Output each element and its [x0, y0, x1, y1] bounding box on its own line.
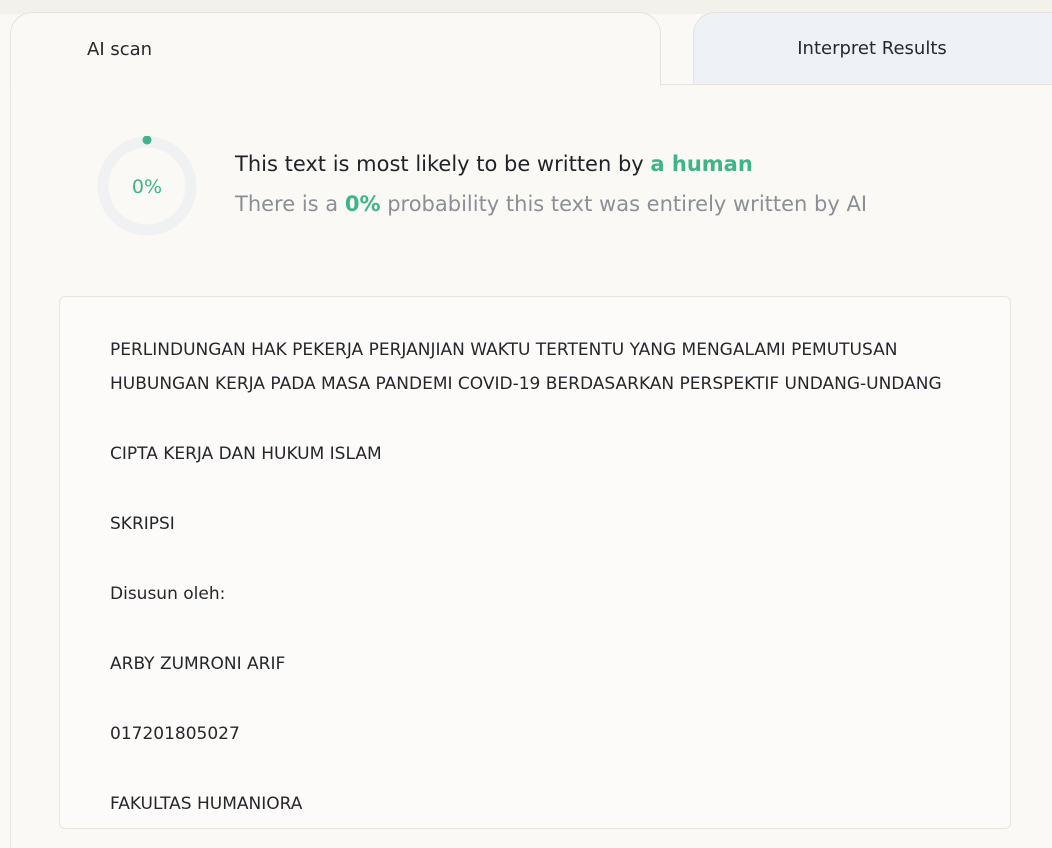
tab-interpret-results[interactable]: Interpret Results: [693, 12, 1052, 84]
scanned-paragraph: FAKULTAS HUMANIORA: [110, 794, 303, 814]
subline-probability: 0%: [344, 192, 381, 216]
scanned-paragraph: CIPTA KERJA DAN HUKUM ISLAM: [110, 444, 382, 464]
headline-text: This text is most likely to be written b…: [235, 152, 644, 176]
panel-border: [10, 84, 11, 848]
result-headline: This text is most likely to be written b…: [235, 152, 753, 176]
scanned-paragraph: ARBY ZUMRONI ARIF: [110, 654, 286, 674]
tab-interpret-results-label: Interpret Results: [797, 38, 947, 59]
scanned-paragraph: 017201805027: [110, 724, 240, 744]
ai-probability-gauge: 0%: [97, 136, 197, 236]
scanned-paragraph: PERLINDUNGAN HAK PEKERJA PERJANJIAN WAKT…: [110, 340, 942, 394]
tab-ai-scan-label: AI scan: [87, 39, 153, 60]
tab-ai-scan[interactable]: AI scan: [10, 12, 661, 86]
gauge-value: 0%: [131, 176, 163, 198]
subline-suffix: probability this text was entirely writt…: [387, 192, 868, 216]
tab-divider-gap: [11, 84, 660, 85]
result-subline: There is a 0% probability this text was …: [235, 192, 867, 216]
ai-scan-panel: AI scan Interpret Results 0% This text i…: [0, 0, 1052, 848]
result-summary: 0% This text is most likely to be writte…: [97, 136, 957, 236]
scanned-paragraph: Disusun oleh:: [110, 584, 226, 604]
headline-verdict: a human: [650, 152, 753, 176]
scanned-paragraph: SKRIPSI: [110, 514, 175, 534]
scanned-text-content: PERLINDUNGAN HAK PEKERJA PERJANJIAN WAKT…: [110, 333, 970, 828]
subline-prefix: There is a: [235, 192, 339, 216]
scanned-text-box[interactable]: PERLINDUNGAN HAK PEKERJA PERJANJIAN WAKT…: [59, 296, 1011, 829]
